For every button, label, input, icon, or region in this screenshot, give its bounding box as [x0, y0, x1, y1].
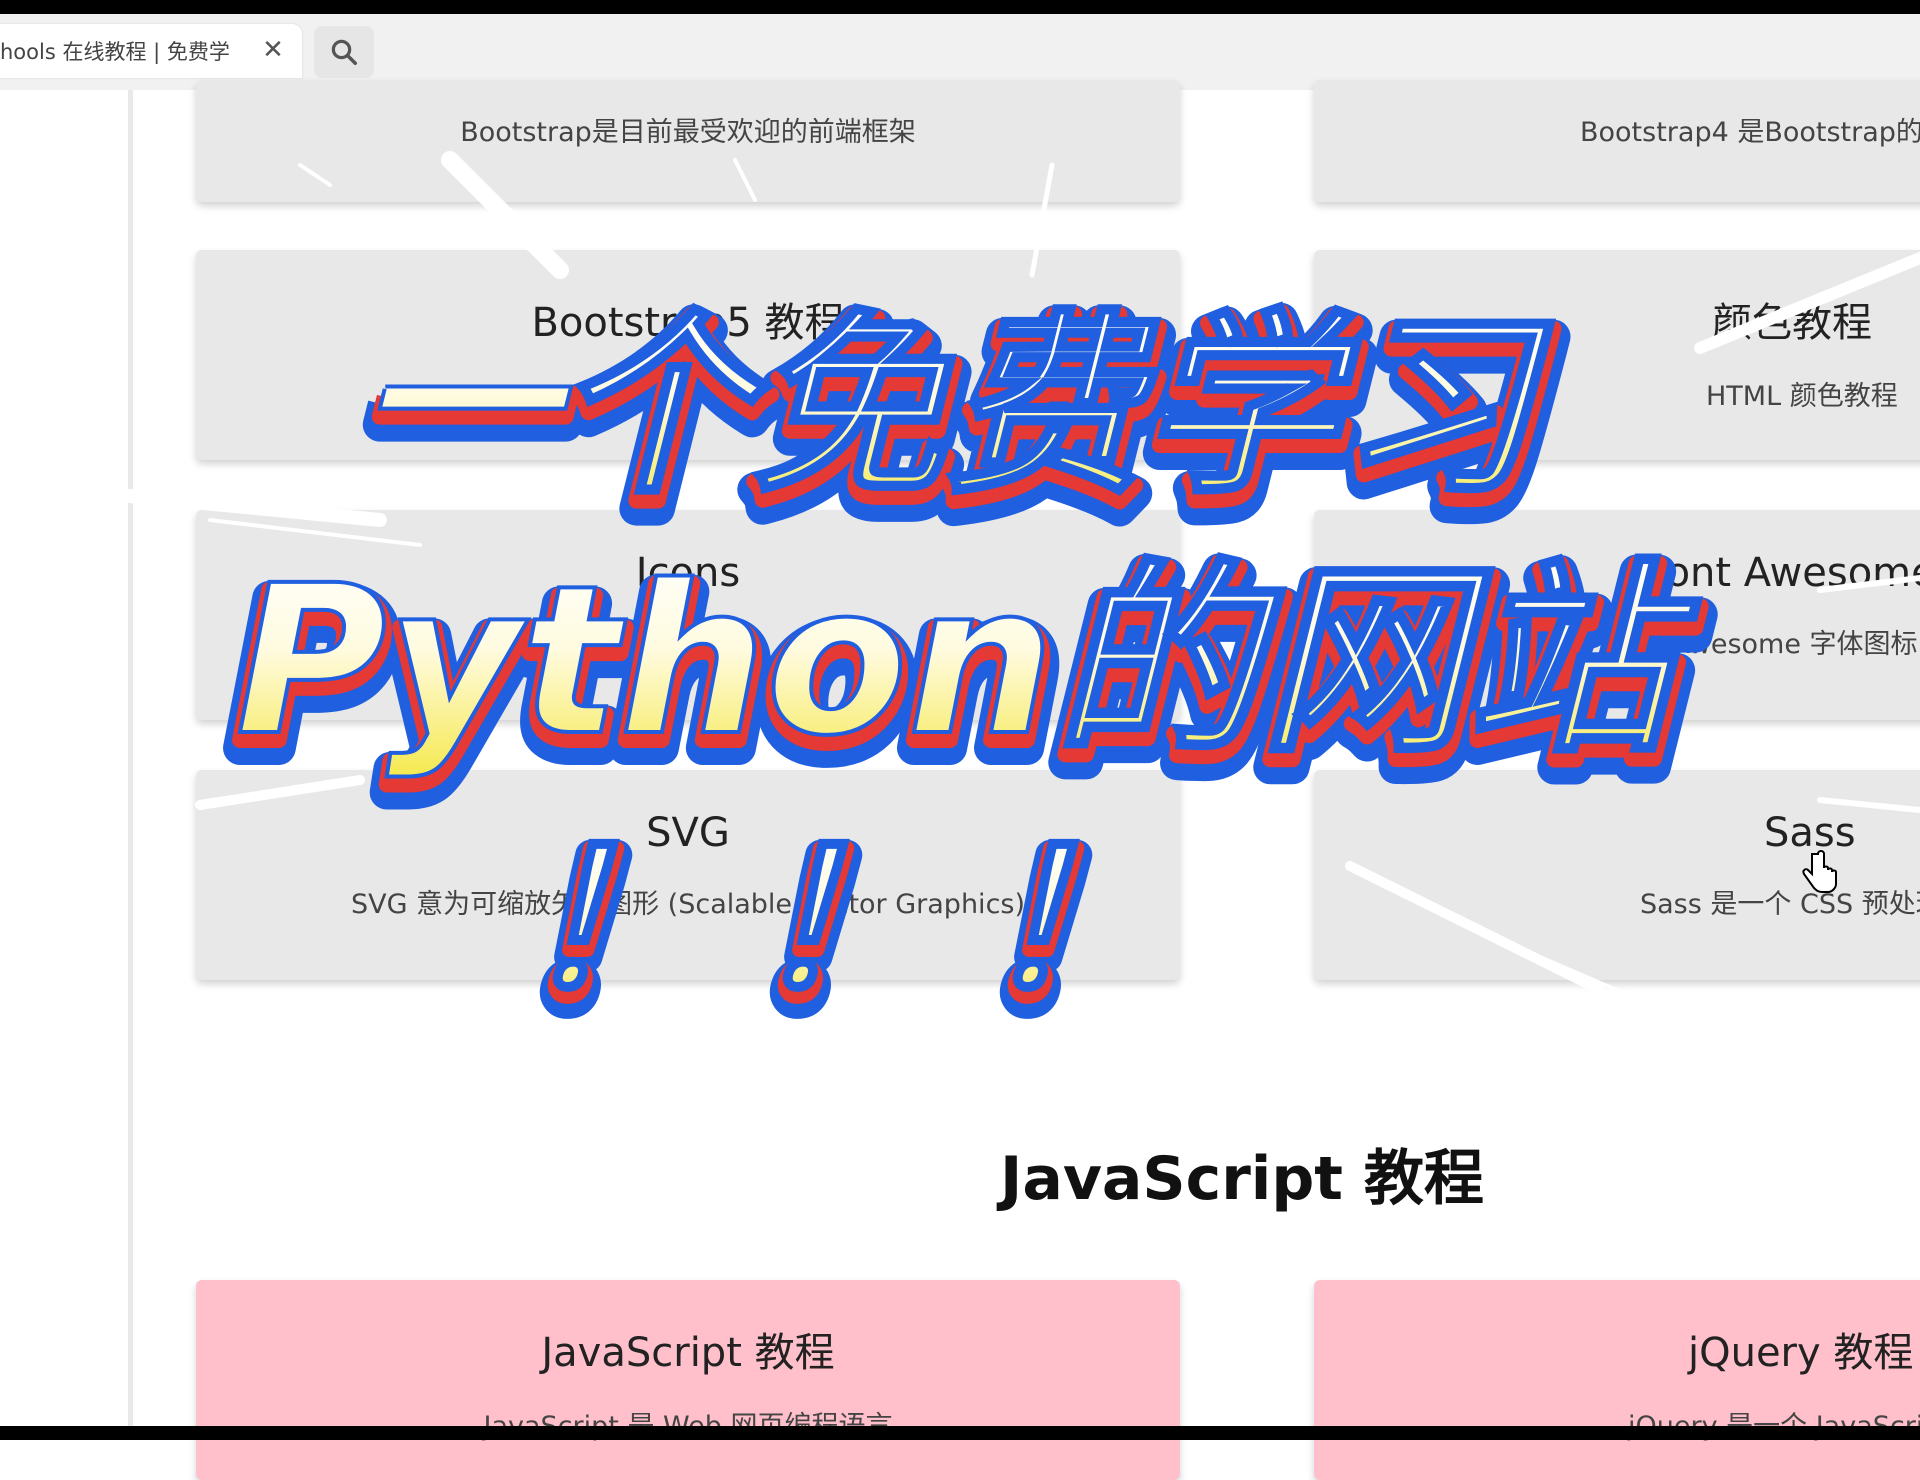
card-icons[interactable]: Icons	[196, 510, 1180, 720]
video-bottom-border	[0, 1426, 1920, 1440]
card-svg[interactable]: SVG SVG 意为可缩放矢量图形 (Scalable Vector Graph…	[196, 770, 1180, 980]
card-desc: SVG 意为可缩放矢量图形 (Scalable Vector Graphics)	[350, 889, 1026, 920]
card-title: Bootstrap5 教程	[531, 300, 845, 346]
search-button[interactable]	[314, 26, 374, 78]
page-content: Bootstrap是目前最受欢迎的前端框架 Bootstrap4 是Bootst…	[0, 80, 1920, 1480]
card-title: SVG	[646, 810, 730, 856]
card-bootstrap4[interactable]: Bootstrap4 是Bootstrap的最	[1314, 80, 1920, 202]
video-top-border	[0, 0, 1920, 14]
card-bootstrap5[interactable]: Bootstrap5 教程	[196, 250, 1180, 460]
tab-close-icon[interactable]: ✕	[258, 35, 288, 65]
hand-cursor-icon	[1802, 850, 1837, 893]
card-title: jQuery 教程	[1688, 1330, 1914, 1376]
card-title: Icons	[635, 550, 741, 596]
card-fontawesome[interactable]: Font Awesome Font Awesome 字体图标	[1314, 510, 1920, 720]
card-color[interactable]: 颜色教程 HTML 颜色教程	[1314, 250, 1920, 460]
card-desc: Bootstrap4 是Bootstrap的最	[1580, 117, 1920, 148]
card-javascript[interactable]: JavaScript 教程 JavaScript 是 Web 网页编程语言	[196, 1280, 1180, 1480]
search-icon	[331, 39, 357, 65]
card-desc: Font Awesome 字体图标	[1604, 629, 1918, 660]
card-title: Font Awesome	[1644, 550, 1920, 596]
section-heading-javascript: JavaScript 教程	[1000, 1144, 1484, 1214]
browser-tab[interactable]: hools 在线教程 | 免费学 ✕	[0, 24, 302, 78]
card-jquery[interactable]: jQuery 教程 jQuery 是一个 JavaScript 库	[1314, 1280, 1920, 1480]
card-bootstrap[interactable]: Bootstrap是目前最受欢迎的前端框架	[196, 80, 1180, 202]
card-desc: HTML 颜色教程	[1706, 381, 1898, 412]
card-title: 颜色教程	[1712, 300, 1872, 346]
card-title: JavaScript 教程	[541, 1330, 835, 1376]
left-sidebar	[0, 90, 133, 1426]
tab-title: hools 在线教程 | 免费学	[0, 40, 230, 64]
card-desc: Bootstrap是目前最受欢迎的前端框架	[460, 117, 916, 148]
